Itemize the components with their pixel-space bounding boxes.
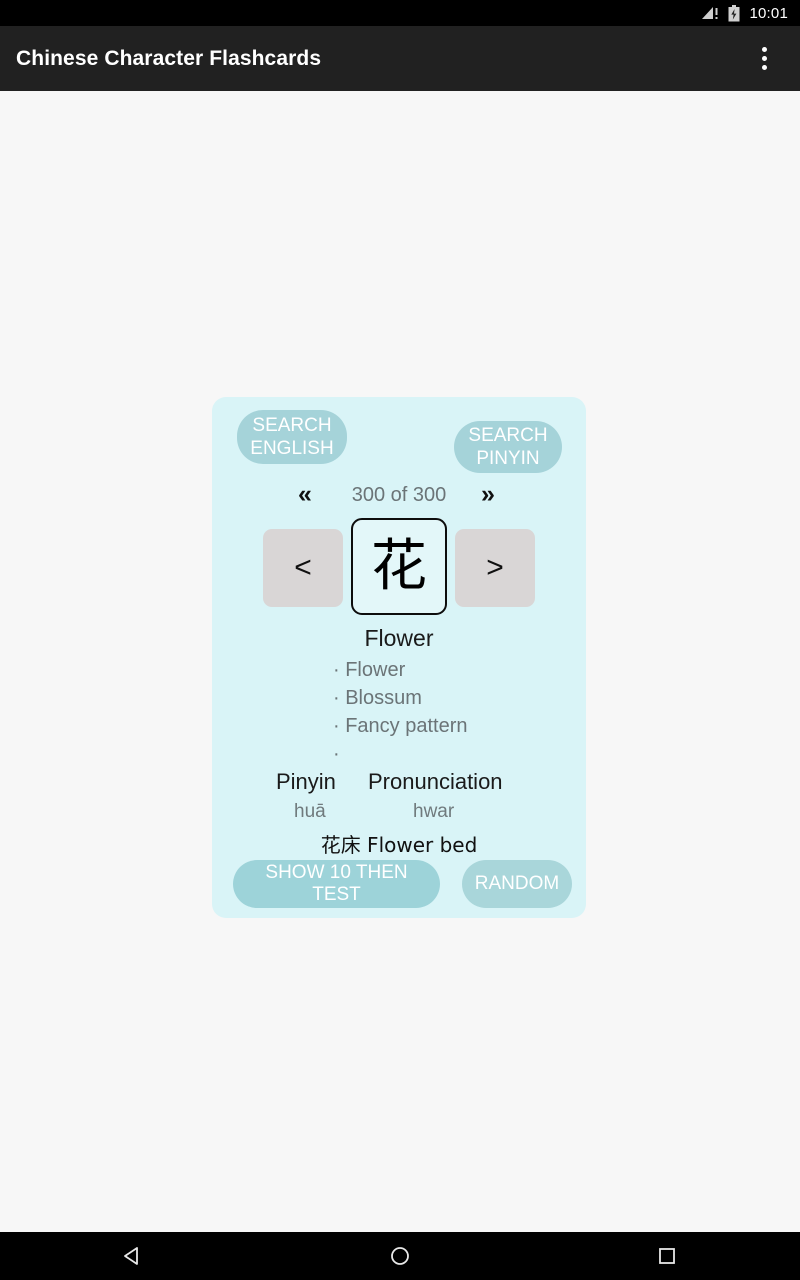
chinese-character: 花	[371, 533, 427, 599]
pronunciation-header-label: Pronunciation	[368, 769, 503, 794]
meaning-list: · Flower · Blossum · Fancy pattern ·	[333, 656, 583, 768]
primary-meaning: Flower	[364, 625, 434, 651]
list-item: · Blossum	[333, 687, 422, 709]
flashcard-panel: SEARCH ENGLISH SEARCH PINYIN « 300 of 30…	[212, 397, 586, 918]
last-card-button[interactable]: »	[481, 482, 495, 507]
pinyin-headers: Pinyin Pronunciation	[212, 769, 586, 797]
first-card-button[interactable]: «	[298, 482, 312, 507]
card-counter-row: « 300 of 300 »	[212, 480, 586, 510]
previous-card-button[interactable]: <	[263, 529, 343, 607]
android-navigation-bar	[0, 1232, 800, 1280]
content-area: SEARCH ENGLISH SEARCH PINYIN « 300 of 30…	[0, 91, 800, 1232]
back-triangle-icon[interactable]	[73, 1232, 193, 1280]
app-bar: Chinese Character Flashcards	[0, 26, 800, 91]
overflow-menu-icon[interactable]	[744, 37, 784, 81]
pronunciation-value: hwar	[413, 801, 455, 822]
list-item: · Fancy pattern	[333, 715, 468, 737]
pinyin-value: huā	[294, 801, 326, 822]
overflow-dot	[761, 65, 767, 70]
status-time: 10:01	[749, 4, 788, 22]
recents-square-icon[interactable]	[607, 1232, 727, 1280]
example-phrase: 花床 Flower bed	[320, 833, 478, 857]
page-title: Chinese Character Flashcards	[16, 46, 322, 70]
character-navigation-row: < 花 >	[212, 518, 586, 618]
overflow-dot	[761, 47, 767, 52]
search-pinyin-button[interactable]: SEARCH PINYIN	[454, 421, 562, 473]
list-item: · Flower	[333, 659, 406, 681]
battery-charging-icon	[728, 4, 740, 22]
random-button[interactable]: RANDOM	[462, 860, 572, 908]
signal-no-sim-icon	[701, 6, 721, 21]
home-circle-icon[interactable]	[340, 1232, 460, 1280]
status-icons: 10:01	[701, 4, 788, 22]
card-action-row: SHOW 10 THEN TEST RANDOM	[212, 860, 586, 908]
overflow-dot	[761, 56, 767, 61]
list-item: ·	[333, 743, 346, 765]
card-counter: 300 of 300	[351, 484, 447, 506]
status-bar: 10:01	[0, 0, 800, 26]
show-10-then-test-button[interactable]: SHOW 10 THEN TEST	[233, 860, 440, 908]
character-display-box[interactable]: 花	[351, 518, 447, 615]
search-english-button[interactable]: SEARCH ENGLISH	[237, 410, 347, 464]
pinyin-header-label: Pinyin	[276, 769, 336, 794]
search-button-row: SEARCH ENGLISH SEARCH PINYIN	[212, 410, 586, 473]
next-card-button[interactable]: >	[455, 529, 535, 607]
pinyin-values: huā hwar	[212, 801, 586, 827]
